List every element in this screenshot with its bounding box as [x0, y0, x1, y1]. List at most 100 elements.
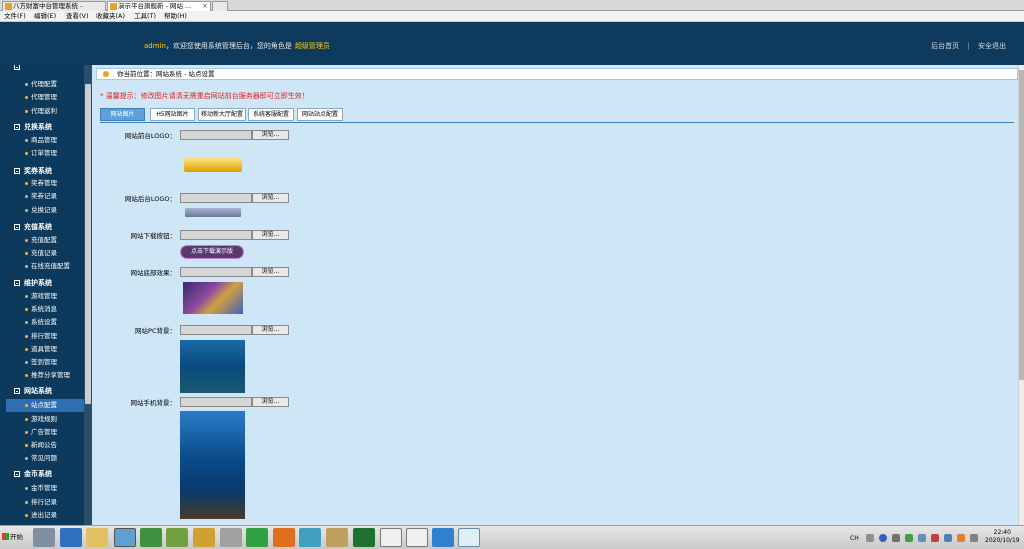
tab-h5-images[interactable]: H5网站图片: [150, 108, 195, 121]
menu-view[interactable]: 查看(V): [66, 11, 89, 22]
pen-icon[interactable]: [326, 528, 348, 547]
app-icon[interactable]: [114, 528, 136, 547]
folder-icon[interactable]: [86, 528, 108, 547]
network-status-icon[interactable]: [944, 534, 952, 542]
menu-file[interactable]: 文件(F): [4, 11, 26, 22]
browser-tab-1[interactable]: 八方财富中台管理系统 -: [2, 1, 106, 11]
browse-button[interactable]: 浏览...: [252, 267, 289, 277]
username: admin: [144, 42, 166, 50]
file-input[interactable]: [180, 230, 252, 240]
tray-app-icon[interactable]: [918, 534, 926, 542]
field-label: 网站前台LOGO：: [124, 132, 176, 140]
remote-desktop-icon[interactable]: [432, 528, 454, 547]
download-button-preview: 点击下载演示版: [180, 245, 244, 259]
sidebar-group[interactable]: 兑换系统: [14, 122, 52, 132]
sidebar-item[interactable]: 游戏管理: [22, 290, 84, 303]
firefox-icon[interactable]: [273, 528, 295, 547]
tab-site-images[interactable]: 网站图片: [100, 108, 145, 121]
browser-tab-2[interactable]: 演示平台旗舰新 - 网站 ... ×: [107, 1, 211, 11]
logout-link[interactable]: 安全退出: [978, 42, 1006, 50]
users-icon[interactable]: [33, 528, 55, 547]
network-icon[interactable]: [140, 528, 162, 547]
sidebar-group[interactable]: 金币系统: [14, 469, 52, 479]
sidebar-group[interactable]: 网站系统: [14, 386, 52, 396]
menu-edit[interactable]: 编辑(E): [34, 11, 56, 22]
menu-tools[interactable]: 工具(T): [134, 11, 156, 22]
welcome-message: admin，欢迎您使用系统管理后台，您的角色是 超级管理员: [144, 41, 330, 51]
internet-explorer-icon[interactable]: [458, 528, 480, 547]
home-link[interactable]: 后台首页: [931, 42, 959, 50]
computer-icon[interactable]: [193, 528, 215, 547]
sidebar-item[interactable]: 新闻公告: [22, 439, 84, 452]
sidebar-group-agent[interactable]: [14, 65, 24, 71]
sidebar-item[interactable]: 商品管理: [22, 134, 84, 147]
sidebar-item[interactable]: 排行管理: [22, 330, 84, 343]
file-input[interactable]: [180, 130, 252, 140]
tab-site-config[interactable]: 网站站点配置: [297, 108, 343, 121]
sidebar-item[interactable]: 充值记录: [22, 247, 84, 260]
page-scroll-thumb[interactable]: [1019, 70, 1024, 380]
sidebar-item[interactable]: 系统消息: [22, 303, 84, 316]
game-icon[interactable]: [246, 528, 268, 547]
collapse-icon: [14, 280, 20, 286]
close-icon[interactable]: ×: [202, 2, 208, 11]
tools-icon[interactable]: [220, 528, 242, 547]
language-indicator[interactable]: CH: [850, 535, 859, 542]
sidebar-item[interactable]: 在线充值配置: [22, 260, 84, 273]
file-input[interactable]: [180, 325, 252, 335]
tab-service-config[interactable]: 系统客服配置: [248, 108, 294, 121]
file-input[interactable]: [180, 267, 252, 277]
browse-button[interactable]: 浏览...: [252, 193, 289, 203]
sidebar-item[interactable]: 代理返利: [22, 105, 84, 118]
tray-app-icon[interactable]: [931, 534, 939, 542]
new-tab-button[interactable]: [212, 1, 228, 11]
sidebar-item[interactable]: 订单管理: [22, 147, 84, 160]
browse-button[interactable]: 浏览...: [252, 130, 289, 140]
sidebar-item[interactable]: 游戏规则: [22, 413, 84, 426]
chart-app-icon[interactable]: [166, 528, 188, 547]
browse-button[interactable]: 浏览...: [252, 397, 289, 407]
sidebar-item[interactable]: 代理管理: [22, 91, 84, 104]
powershell-icon[interactable]: [60, 528, 82, 547]
sidebar-item[interactable]: 奖券记录: [22, 190, 84, 203]
file-input[interactable]: [180, 397, 252, 407]
file-input[interactable]: [180, 193, 252, 203]
sidebar-item[interactable]: 签到管理: [22, 356, 84, 369]
browse-button[interactable]: 浏览...: [252, 230, 289, 240]
sidebar-item[interactable]: 充值配置: [22, 234, 84, 247]
sidebar-item[interactable]: 金币管理: [22, 482, 84, 495]
sidebar: 代理配置 代理管理 代理返利 兑换系统 商品管理 订单管理 奖券系统 奖券管理 …: [0, 65, 92, 525]
volume-icon[interactable]: [970, 534, 978, 542]
windows-logo-icon: [2, 533, 9, 540]
browse-button[interactable]: 浏览...: [252, 325, 289, 335]
start-button[interactable]: 开始: [2, 527, 26, 547]
tab-mobile-lobby[interactable]: 移动新大厅配置: [198, 108, 246, 121]
sidebar-item[interactable]: 常见问题: [22, 452, 84, 465]
sidebar-group[interactable]: 奖券系统: [14, 166, 52, 176]
sidebar-item[interactable]: 奖券管理: [22, 177, 84, 190]
menu-favorites[interactable]: 收藏夹(A): [96, 11, 125, 22]
document-icon[interactable]: [380, 528, 402, 547]
sidebar-item[interactable]: 广告管理: [22, 426, 84, 439]
document-icon[interactable]: [406, 528, 428, 547]
notepad-icon[interactable]: [353, 528, 375, 547]
settings-icon[interactable]: [892, 534, 900, 542]
sidebar-item[interactable]: 系统设置: [22, 316, 84, 329]
messenger-icon[interactable]: [299, 528, 321, 547]
tray-app-icon[interactable]: [905, 534, 913, 542]
sidebar-item[interactable]: 代理配置: [22, 78, 84, 91]
sidebar-item[interactable]: 推荐分享管理: [22, 369, 84, 382]
clock[interactable]: 22:40 2020/10/19: [985, 529, 1020, 545]
keyboard-icon[interactable]: [866, 534, 874, 542]
menu-help[interactable]: 帮助(H): [164, 11, 187, 22]
sidebar-item[interactable]: 排行记录: [22, 496, 84, 509]
sidebar-group[interactable]: 维护系统: [14, 278, 52, 288]
tray-app-icon[interactable]: [957, 534, 965, 542]
help-icon[interactable]: [879, 534, 887, 542]
sidebar-group[interactable]: 充值系统: [14, 222, 52, 232]
sidebar-item[interactable]: 进出记录: [22, 509, 84, 522]
sidebar-scroll-thumb[interactable]: [85, 84, 91, 404]
sidebar-item-active[interactable]: 站点配置: [6, 399, 84, 412]
sidebar-item[interactable]: 兑换记录: [22, 204, 84, 217]
sidebar-item[interactable]: 道具管理: [22, 343, 84, 356]
